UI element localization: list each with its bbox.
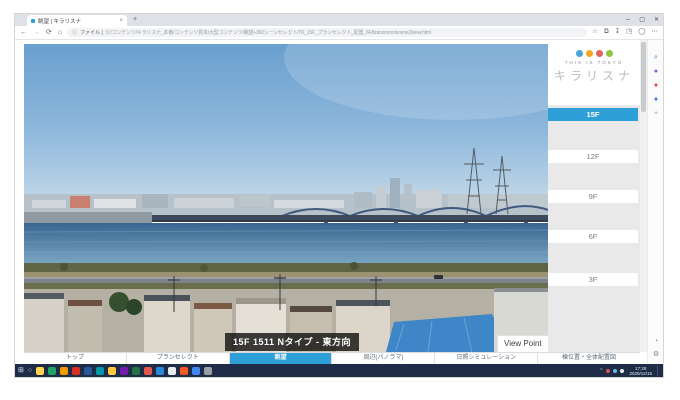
browser-action-icons: ☆ ⧉ ↧ ◳ ◯ ⋯ <box>592 29 658 36</box>
edge-icon[interactable] <box>156 367 164 375</box>
teal-app-icon[interactable] <box>96 367 104 375</box>
tray-white-icon[interactable] <box>620 369 624 373</box>
panorama-scene-graphic <box>24 44 548 352</box>
page-content: 15F 1511 Nタイプ - 東方向 View Point THIS IS T… <box>15 40 663 364</box>
new-tab-button[interactable]: + <box>133 16 137 23</box>
tray-icons <box>606 369 624 373</box>
taskbar-app-icons: ⊞○ <box>18 367 212 375</box>
cloud-icon[interactable] <box>168 367 176 375</box>
search-icon[interactable]: ⌕ <box>654 54 658 61</box>
tab-title: 眺望 | キラリスナ <box>38 17 116 25</box>
page-info-icon[interactable]: ⓘ <box>72 29 77 36</box>
feedback-icon[interactable]: ◔ <box>654 338 658 345</box>
tray-red-icon[interactable] <box>606 369 610 373</box>
brand-logo-icons <box>548 50 640 57</box>
home-icon[interactable]: ⌂ <box>58 29 62 36</box>
tab-眺望[interactable]: 眺望 <box>229 353 332 364</box>
minimize-button[interactable]: ─ <box>626 15 630 25</box>
red-app-icon[interactable] <box>72 367 80 375</box>
edge-sidebar: ⌕●●●+ ◔⚙ <box>647 40 663 364</box>
close-button[interactable]: ✕ <box>654 15 659 25</box>
tab-favicon-icon <box>31 19 35 23</box>
floor-sidebar: THIS IS TOKYO キラリスナ 15F 12F 9F 6F 3F <box>548 40 640 352</box>
edge-sidebar-icons: ⌕ ● ● ● + <box>648 54 664 117</box>
brand-name: キラリスナ <box>548 67 640 84</box>
blue-app-icon[interactable] <box>192 367 200 375</box>
add-sidebar-icon[interactable]: + <box>654 110 658 117</box>
brand-logo: THIS IS TOKYO キラリスナ <box>548 40 640 105</box>
excel-icon[interactable] <box>132 367 140 375</box>
tray-blue-icon[interactable] <box>613 369 617 373</box>
brand-icon-2 <box>586 50 593 57</box>
page-tab-bar: トッププランセレクト眺望周辺(パノラマ)日照シミュレーション棟位置・全体配置図 <box>24 352 640 364</box>
explorer-icon[interactable] <box>36 367 44 375</box>
fire-app-icon[interactable] <box>180 367 188 375</box>
brand-icon-3 <box>596 50 603 57</box>
floor-button-3F[interactable]: 3F <box>548 273 638 286</box>
downloads-icon[interactable]: ↧ <box>615 29 620 36</box>
extensions-icon[interactable]: ◳ <box>626 29 632 36</box>
browser-tabstrip: 眺望 | キラリスナ × + ─ ▢ ✕ <box>15 14 663 26</box>
purple-app-icon[interactable] <box>120 367 128 375</box>
collections-icon[interactable]: ⧉ <box>604 29 609 36</box>
forward-icon: → <box>33 29 40 36</box>
green-app-icon[interactable] <box>48 367 56 375</box>
floor-button-9F[interactable]: 9F <box>548 190 638 203</box>
screen-capture: 眺望 | キラリスナ × + ─ ▢ ✕ ← → ⟳ ⌂ ⓘ ファイル | C:/コンテン… <box>15 14 663 377</box>
page-scrollbar[interactable] <box>640 40 647 352</box>
edge-sidebar-bottom-icons: ◔⚙ <box>648 338 664 358</box>
search-taskbar-icon[interactable]: ○ <box>28 367 32 374</box>
tools-icon[interactable]: ● <box>654 96 658 103</box>
tab-周辺(パノラマ)[interactable]: 周辺(パノラマ) <box>331 353 434 364</box>
url-text: C:/コンテンツ/キラリスナ_本番/コンテンツ見本/大型コンテンツ/眺望+360… <box>106 29 431 36</box>
tab-日照シミュレーション[interactable]: 日照シミュレーション <box>434 353 537 364</box>
tab-トップ[interactable]: トップ <box>24 353 126 364</box>
brand-tagline: THIS IS TOKYO <box>548 60 640 65</box>
profile-icon[interactable]: ◯ <box>638 29 645 36</box>
refresh-icon[interactable]: ⟳ <box>46 29 52 36</box>
floor-list: 15F 12F 9F 6F 3F <box>548 105 640 352</box>
discover-icon[interactable]: ● <box>654 68 658 75</box>
window-controls: ─ ▢ ✕ <box>626 15 659 25</box>
favorites-icon[interactable]: ☆ <box>592 29 598 36</box>
photo-caption: 15F 1511 Nタイプ - 東方向 <box>225 333 359 351</box>
tab-close-icon[interactable]: × <box>119 18 123 24</box>
brand-icon-4 <box>606 50 613 57</box>
windows-taskbar: ⊞○ ⌃ 17:28 2020/12/15 <box>15 364 663 377</box>
browser-toolbar: ← → ⟳ ⌂ ⓘ ファイル | C:/コンテンツ/キラリスナ_本番/コンテンツ見本/… <box>15 26 663 40</box>
floor-button-15F[interactable]: 15F <box>548 108 638 121</box>
browser-tab[interactable]: 眺望 | キラリスナ × <box>27 15 127 26</box>
view-point-button[interactable]: View Point <box>497 335 549 353</box>
clock-date: 2020/12/15 <box>629 371 652 376</box>
start-icon[interactable]: ⊞ <box>18 367 24 374</box>
browser-nav-icons: ← → ⟳ ⌂ <box>20 29 62 36</box>
address-bar[interactable]: ⓘ ファイル | C:/コンテンツ/キラリスナ_本番/コンテンツ見本/大型コンテ… <box>67 28 587 37</box>
url-scheme-label: ファイル | <box>80 29 103 36</box>
menu-icon[interactable]: ⋯ <box>652 29 659 36</box>
gray-app-icon[interactable] <box>204 367 212 375</box>
brand-icon-1 <box>576 50 583 57</box>
pdf-icon[interactable] <box>144 367 152 375</box>
floor-button-12F[interactable]: 12F <box>548 150 638 163</box>
taskbar-clock[interactable]: 17:28 2020/12/15 <box>629 366 652 376</box>
orange-app-icon[interactable] <box>60 367 68 375</box>
tray-chevron-icon[interactable]: ⌃ <box>599 368 603 374</box>
view-photo[interactable] <box>24 44 548 352</box>
back-icon[interactable]: ← <box>20 29 27 36</box>
sidebar-settings-icon[interactable]: ⚙ <box>653 351 659 358</box>
maximize-button[interactable]: ▢ <box>639 15 645 25</box>
tab-棟位置・全体配置図[interactable]: 棟位置・全体配置図 <box>537 353 640 364</box>
tab-プランセレクト[interactable]: プランセレクト <box>126 353 229 364</box>
floor-button-6F[interactable]: 6F <box>548 230 638 243</box>
scrollbar-thumb[interactable] <box>641 42 646 112</box>
folder-icon[interactable] <box>108 367 116 375</box>
show-desktop-button[interactable] <box>657 365 660 376</box>
word-icon[interactable] <box>84 367 92 375</box>
system-tray: ⌃ 17:28 2020/12/15 <box>599 365 660 376</box>
shopping-icon[interactable]: ● <box>654 82 658 89</box>
